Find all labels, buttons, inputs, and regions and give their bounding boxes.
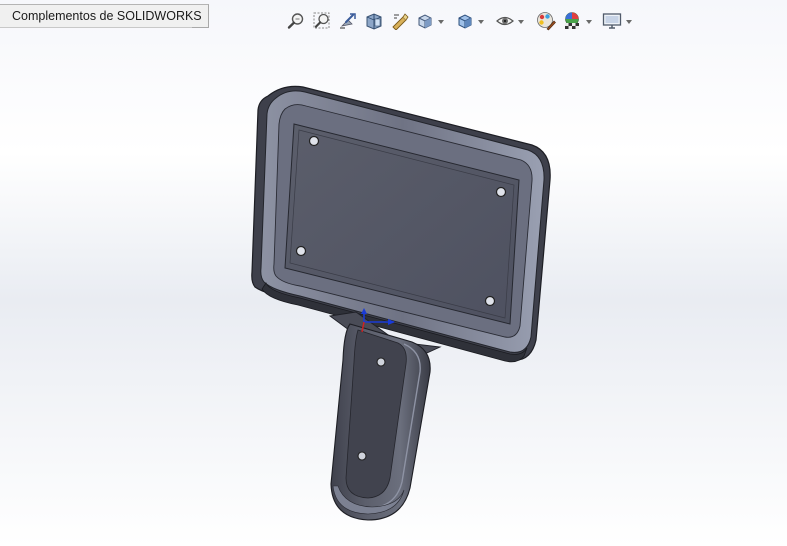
screw-hole xyxy=(357,451,367,461)
screw-hole xyxy=(495,186,507,198)
screw-hole xyxy=(376,357,386,367)
screw-hole xyxy=(295,245,307,257)
screw-hole xyxy=(484,295,496,307)
graphics-area[interactable]: Complementos de SOLIDWORKS xyxy=(0,0,787,546)
handheld-housing-model[interactable] xyxy=(0,0,787,546)
screw-hole xyxy=(308,135,320,147)
